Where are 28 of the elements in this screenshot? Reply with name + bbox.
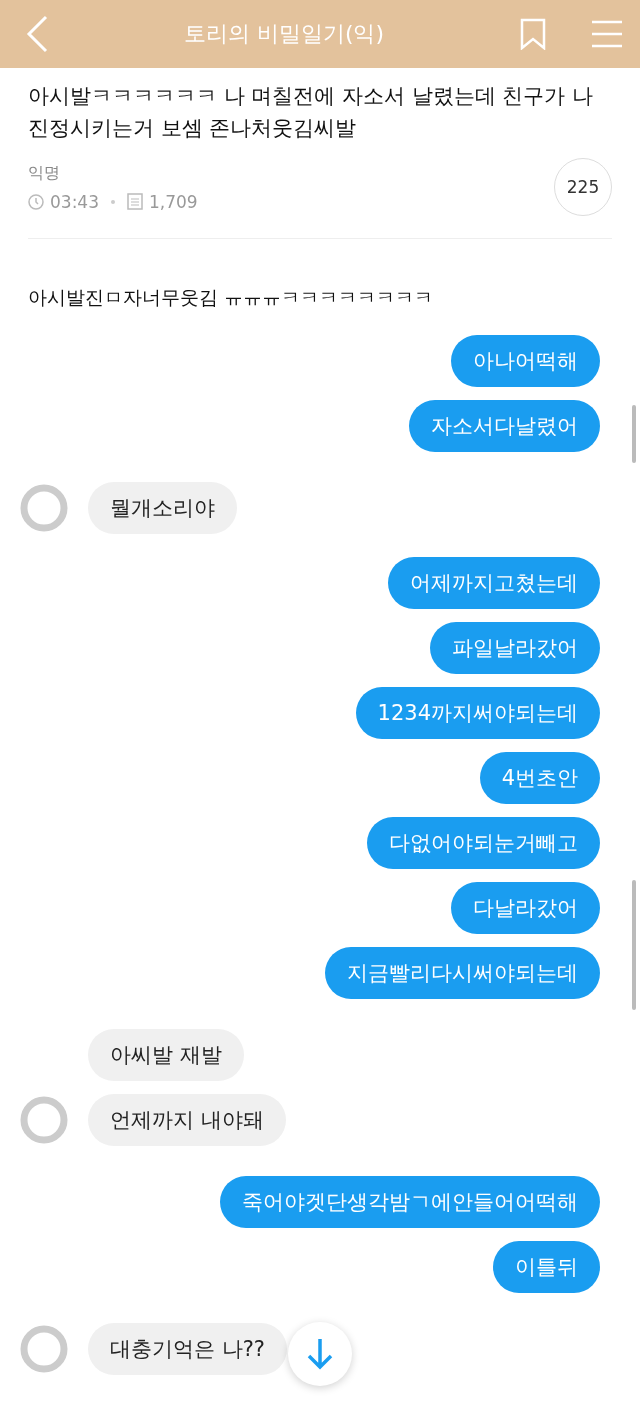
sent-message-bubble: 아나어떡해: [451, 335, 600, 387]
sent-message-bubble: 죽어야겟단생각밤ㄱ에안들어어떡해: [220, 1176, 600, 1228]
received-message-bubble: 언제까지 내야돼: [88, 1094, 286, 1146]
post-time: 03:43: [50, 191, 99, 212]
sent-message-bubble: 파일날라갔어: [430, 622, 600, 674]
author-name: 익명: [28, 162, 61, 184]
received-message-bubble: 대충기억은 나??: [88, 1323, 287, 1375]
sent-message-bubble: 1234까지써야되는데: [355, 687, 600, 739]
clock-icon: [28, 193, 44, 210]
sent-message-bubble: 4번초안: [479, 752, 600, 804]
sent-message-bubble: 다없어야되눈거빼고: [367, 817, 600, 869]
document-icon: [127, 193, 143, 210]
sent-message-bubble: 어제까지고쳤는데: [388, 557, 600, 609]
sent-message-bubble: 자소서다날렸어: [409, 400, 600, 452]
post-body-text: 아시발진ㅁ자너무웃김 ㅠㅠㅠㅋㅋㅋㅋㅋㅋㅋㅋ: [27, 285, 435, 310]
post-title: 아시발ㅋㅋㅋㅋㅋㅋ 나 며칠전에 자소서 날렸는데 친구가 나 진정시키는거 보셈 존나처웃김씨발: [27, 83, 595, 142]
received-message-bubble: 아씨발 재발: [88, 1029, 244, 1081]
comment-count-button[interactable]: 225: [554, 158, 612, 216]
received-message-bubble: 뭘개소리야: [88, 482, 237, 534]
sent-message-bubble: 이틀뒤: [493, 1241, 600, 1293]
header-title: 토리의 비밀일기(익): [183, 20, 385, 48]
sent-message-bubble: 지금빨리다시써야되는데: [325, 947, 600, 999]
arrow-down-icon: [305, 1337, 335, 1371]
view-count: 1,709: [149, 191, 198, 212]
separator-dot-icon: [111, 199, 115, 204]
sent-message-bubble: 다날라갔어: [451, 882, 600, 934]
scroll-down-button[interactable]: [288, 1322, 352, 1386]
scrollbar: [632, 405, 636, 463]
